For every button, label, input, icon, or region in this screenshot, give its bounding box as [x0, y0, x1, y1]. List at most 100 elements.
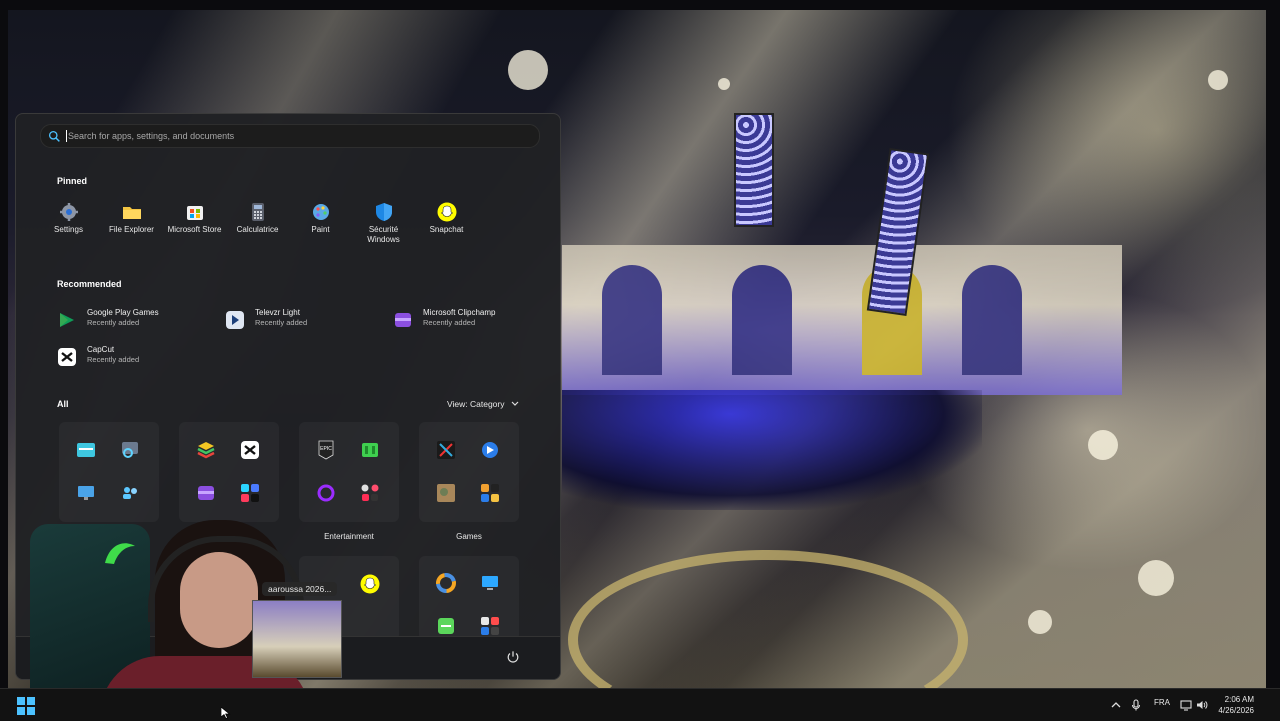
clock-date: 4/26/2026 — [1218, 706, 1254, 715]
stage-backdrop — [562, 245, 1122, 395]
pinned-app-securite-windows[interactable]: Sécurité Windows — [352, 202, 415, 245]
stage-arch — [602, 265, 662, 375]
search-icon — [48, 130, 60, 142]
pinned-app-label: Snapchat — [429, 225, 464, 234]
recommended-item-subtitle: Recently added — [255, 318, 308, 327]
stage-arch — [732, 265, 792, 375]
calculator-icon — [251, 203, 264, 221]
category-entertainment[interactable]: EPIC — [299, 422, 399, 522]
razer-logo-icon — [105, 543, 135, 564]
pinned-app-label: Settings — [54, 225, 83, 234]
recommended-item-name: CapCut — [87, 345, 115, 354]
pinned-app-label: Sécurité Windows — [367, 225, 400, 244]
stage-screen — [734, 113, 774, 227]
category-folder[interactable] — [59, 422, 159, 522]
chevron-down-icon — [511, 401, 519, 406]
recommended-title: Recommended — [57, 279, 122, 289]
apps-group-icon — [481, 617, 499, 635]
ring-icon — [317, 484, 335, 502]
search-input[interactable] — [66, 130, 510, 142]
sparkle — [1028, 610, 1052, 634]
apps-group-icon — [481, 484, 499, 502]
capcut-icon — [58, 348, 76, 366]
folder-icon — [122, 207, 141, 219]
pinned-title: Pinned — [57, 176, 88, 186]
stage-floor — [562, 390, 982, 510]
search-box[interactable] — [40, 124, 540, 148]
taskbar: FRA 2:06 AM 4/26/2026 — [0, 688, 1280, 721]
apps-group-icon — [241, 484, 259, 502]
taskbar-clock[interactable]: 2:06 AM 4/26/2026 — [1218, 694, 1254, 716]
recommended-item-subtitle: Recently added — [87, 318, 140, 327]
capcut-icon — [241, 441, 259, 459]
remote-desktop-icon — [78, 486, 94, 500]
stage-arch — [962, 265, 1022, 375]
sparkle — [508, 50, 548, 90]
game-thumbnail-icon — [437, 484, 455, 502]
category-folder[interactable] — [419, 556, 519, 641]
recommended-item[interactable]: Televzr Light Recently added — [225, 308, 385, 332]
palette-icon — [312, 204, 329, 220]
ghost-icon — [360, 574, 380, 594]
sparkle — [1208, 70, 1228, 90]
volume-icon[interactable] — [1196, 699, 1208, 711]
pinned-app-settings[interactable]: Settings — [37, 202, 100, 235]
category-label: Games — [456, 532, 482, 541]
televzr-icon — [226, 311, 244, 329]
epic-games-icon: EPIC — [318, 440, 334, 460]
pinned-app-calculatrice[interactable]: Calculatrice — [226, 202, 289, 235]
xbox-game-icon — [362, 443, 378, 457]
recommended-item-name: Microsoft Clipchamp — [423, 308, 496, 317]
shield-icon — [375, 203, 392, 221]
people-icon — [123, 487, 137, 499]
clipchamp-icon — [395, 313, 411, 327]
recommended-item-subtitle: Recently added — [87, 355, 140, 364]
google-play-games-icon — [60, 313, 74, 327]
microphone-icon[interactable] — [1130, 699, 1142, 711]
pinned-app-microsoft-store[interactable]: Microsoft Store — [163, 202, 226, 235]
pinned-app-file-explorer[interactable]: File Explorer — [100, 202, 163, 235]
app-icon — [438, 618, 454, 634]
monitor-icon — [482, 576, 498, 590]
ghost-icon — [437, 202, 456, 222]
taskbar-thumbnail-preview[interactable] — [252, 600, 342, 678]
language-indicator[interactable]: FRA — [1154, 698, 1170, 707]
mouse-cursor-icon — [221, 707, 231, 719]
chevron-up-icon[interactable] — [1110, 699, 1122, 711]
bluestacks-icon — [197, 442, 215, 459]
network-icon[interactable] — [1180, 699, 1192, 711]
pinned-app-paint[interactable]: Paint — [289, 202, 352, 235]
recommended-item-subtitle: Recently added — [423, 318, 476, 327]
sparkle — [1088, 430, 1118, 460]
color-wheel-icon — [436, 573, 456, 593]
recommended-item[interactable]: Google Play Games Recently added — [57, 308, 217, 332]
media-apps-icon — [361, 484, 379, 501]
sparkle — [718, 78, 730, 90]
all-apps-title: All — [57, 399, 69, 409]
magnifier-icon — [122, 442, 138, 458]
category-games[interactable] — [419, 422, 519, 522]
sparkle — [1138, 560, 1174, 596]
pinned-app-label: Paint — [311, 225, 330, 234]
play-games-icon — [482, 442, 498, 458]
windows-start-icon[interactable] — [17, 697, 35, 715]
clipchamp-icon — [198, 486, 214, 500]
recommended-item[interactable]: CapCut Recently added — [57, 345, 217, 369]
taskbar-thumbnail-title: aaroussa 2026... — [262, 582, 338, 596]
pinned-app-snapchat[interactable]: Snapchat — [415, 202, 478, 235]
category-productivity[interactable] — [179, 422, 279, 522]
pinned-app-label: File Explorer — [109, 225, 154, 234]
power-icon[interactable] — [506, 650, 520, 664]
pinned-app-label: Calculatrice — [236, 225, 279, 234]
view-category-label: View: Category — [447, 399, 505, 409]
clock-time: 2:06 AM — [1224, 695, 1254, 704]
svg-text:EPIC: EPIC — [320, 446, 332, 452]
recommended-item[interactable]: Microsoft Clipchamp Recently added — [393, 308, 553, 332]
store-icon — [186, 206, 203, 220]
gear-icon — [59, 203, 78, 221]
view-category-button[interactable]: View: Category — [447, 399, 519, 409]
app-icon — [77, 443, 95, 457]
recommended-item-name: Televzr Light — [255, 308, 300, 317]
game-icon — [437, 441, 455, 459]
pinned-app-label: Microsoft Store — [167, 225, 222, 234]
